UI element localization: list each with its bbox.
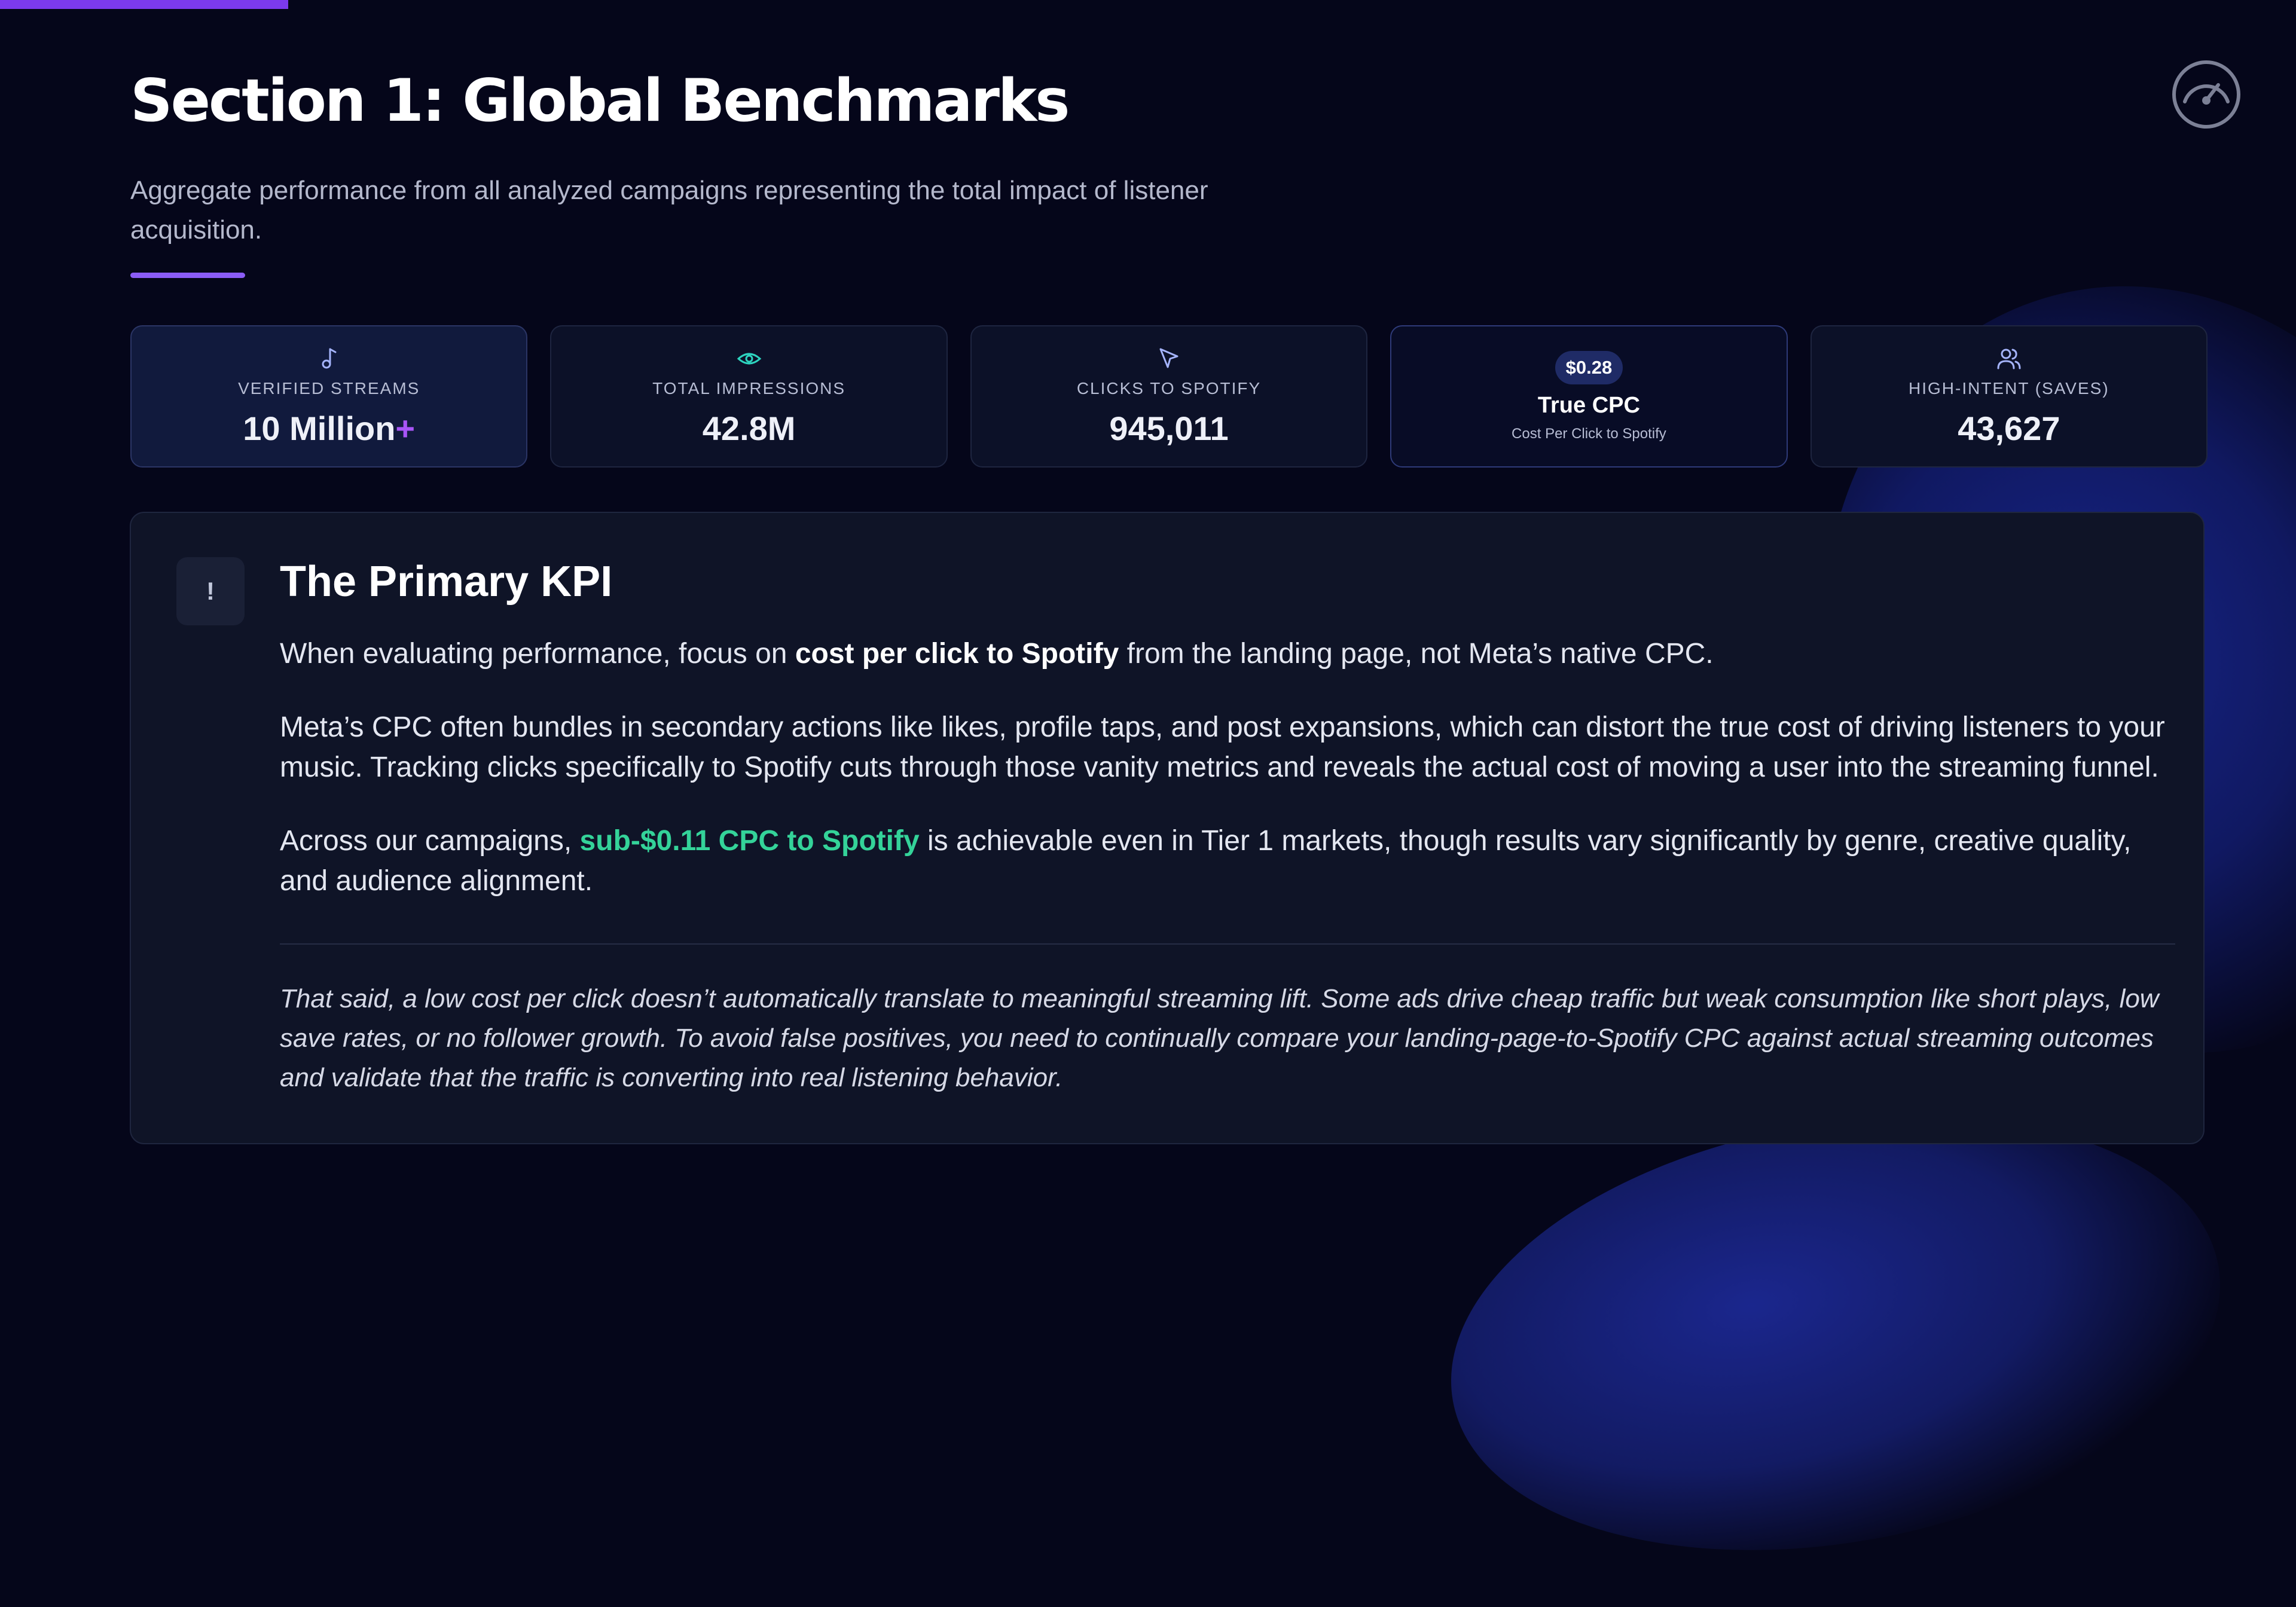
kpi-text: When evaluating performance, focus on (280, 638, 795, 670)
stat-value-suffix: + (395, 409, 416, 447)
kpi-paragraph-3: Across our campaigns, sub-$0.11 CPC to S… (280, 821, 2175, 901)
stat-value: 43,627 (1958, 409, 2060, 447)
stat-card-true-cpc: $0.28 True CPC Cost Per Click to Spotify (1390, 325, 1788, 468)
kpi-title: The Primary KPI (280, 558, 613, 606)
kpi-emphasis: cost per click to Spotify (795, 638, 1119, 670)
kpi-highlight: sub-$0.11 CPC to Spotify (579, 825, 920, 857)
kpi-paragraph-1: When evaluating performance, focus on co… (280, 634, 2175, 674)
stat-value: 10 Million+ (243, 409, 415, 448)
speedometer-logo-icon (2172, 60, 2240, 129)
cursor-arrow-icon (1159, 348, 1178, 368)
page-title: Section 1: Global Benchmarks (130, 67, 1070, 135)
stat-card-clicks-to-spotify: CLICKS TO SPOTIFY 945,011 (970, 325, 1368, 468)
progress-accent-bar (0, 0, 288, 9)
stat-card-total-impressions: TOTAL IMPRESSIONS 42.8M (550, 325, 948, 468)
stat-value: 945,011 (1109, 409, 1229, 447)
music-note-icon (322, 348, 337, 368)
title-underline (130, 273, 245, 278)
kpi-text: Across our campaigns, (280, 825, 580, 857)
eye-icon (737, 353, 761, 364)
cpc-subtitle: Cost Per Click to Spotify (1512, 425, 1666, 442)
page-subtitle: Aggregate performance from all analyzed … (130, 176, 1208, 245)
stat-label: CLICKS TO SPOTIFY (1076, 378, 1262, 398)
stat-card-high-intent-saves: HIGH-INTENT (SAVES) 43,627 (1810, 325, 2208, 468)
stat-label: TOTAL IMPRESSIONS (652, 378, 846, 398)
primary-kpi-panel: ! The Primary KPI When evaluating perfor… (130, 512, 2205, 1144)
cpc-title: True CPC (1537, 392, 1640, 418)
kpi-body: When evaluating performance, focus on co… (280, 634, 2175, 934)
stat-value-number: 10 Million (243, 409, 396, 447)
users-icon (1997, 349, 2021, 369)
kpi-paragraph-2: Meta’s CPC often bundles in secondary ac… (280, 711, 2165, 783)
stat-value: 42.8M (702, 409, 796, 447)
kpi-text: from the landing page, not Meta’s native… (1119, 638, 1714, 670)
stat-label: VERIFIED STREAMS (238, 378, 420, 398)
kpi-divider (280, 943, 2175, 945)
stat-label: HIGH-INTENT (SAVES) (1909, 378, 2109, 398)
stat-card-verified-streams: VERIFIED STREAMS 10 Million+ (130, 325, 528, 468)
kpi-note: That said, a low cost per click doesn’t … (280, 984, 2159, 1092)
stats-row: VERIFIED STREAMS 10 Million+ TOTAL IMPRE… (130, 325, 2208, 468)
cpc-badge: $0.28 (1555, 350, 1623, 384)
exclamation-icon: ! (176, 557, 245, 625)
